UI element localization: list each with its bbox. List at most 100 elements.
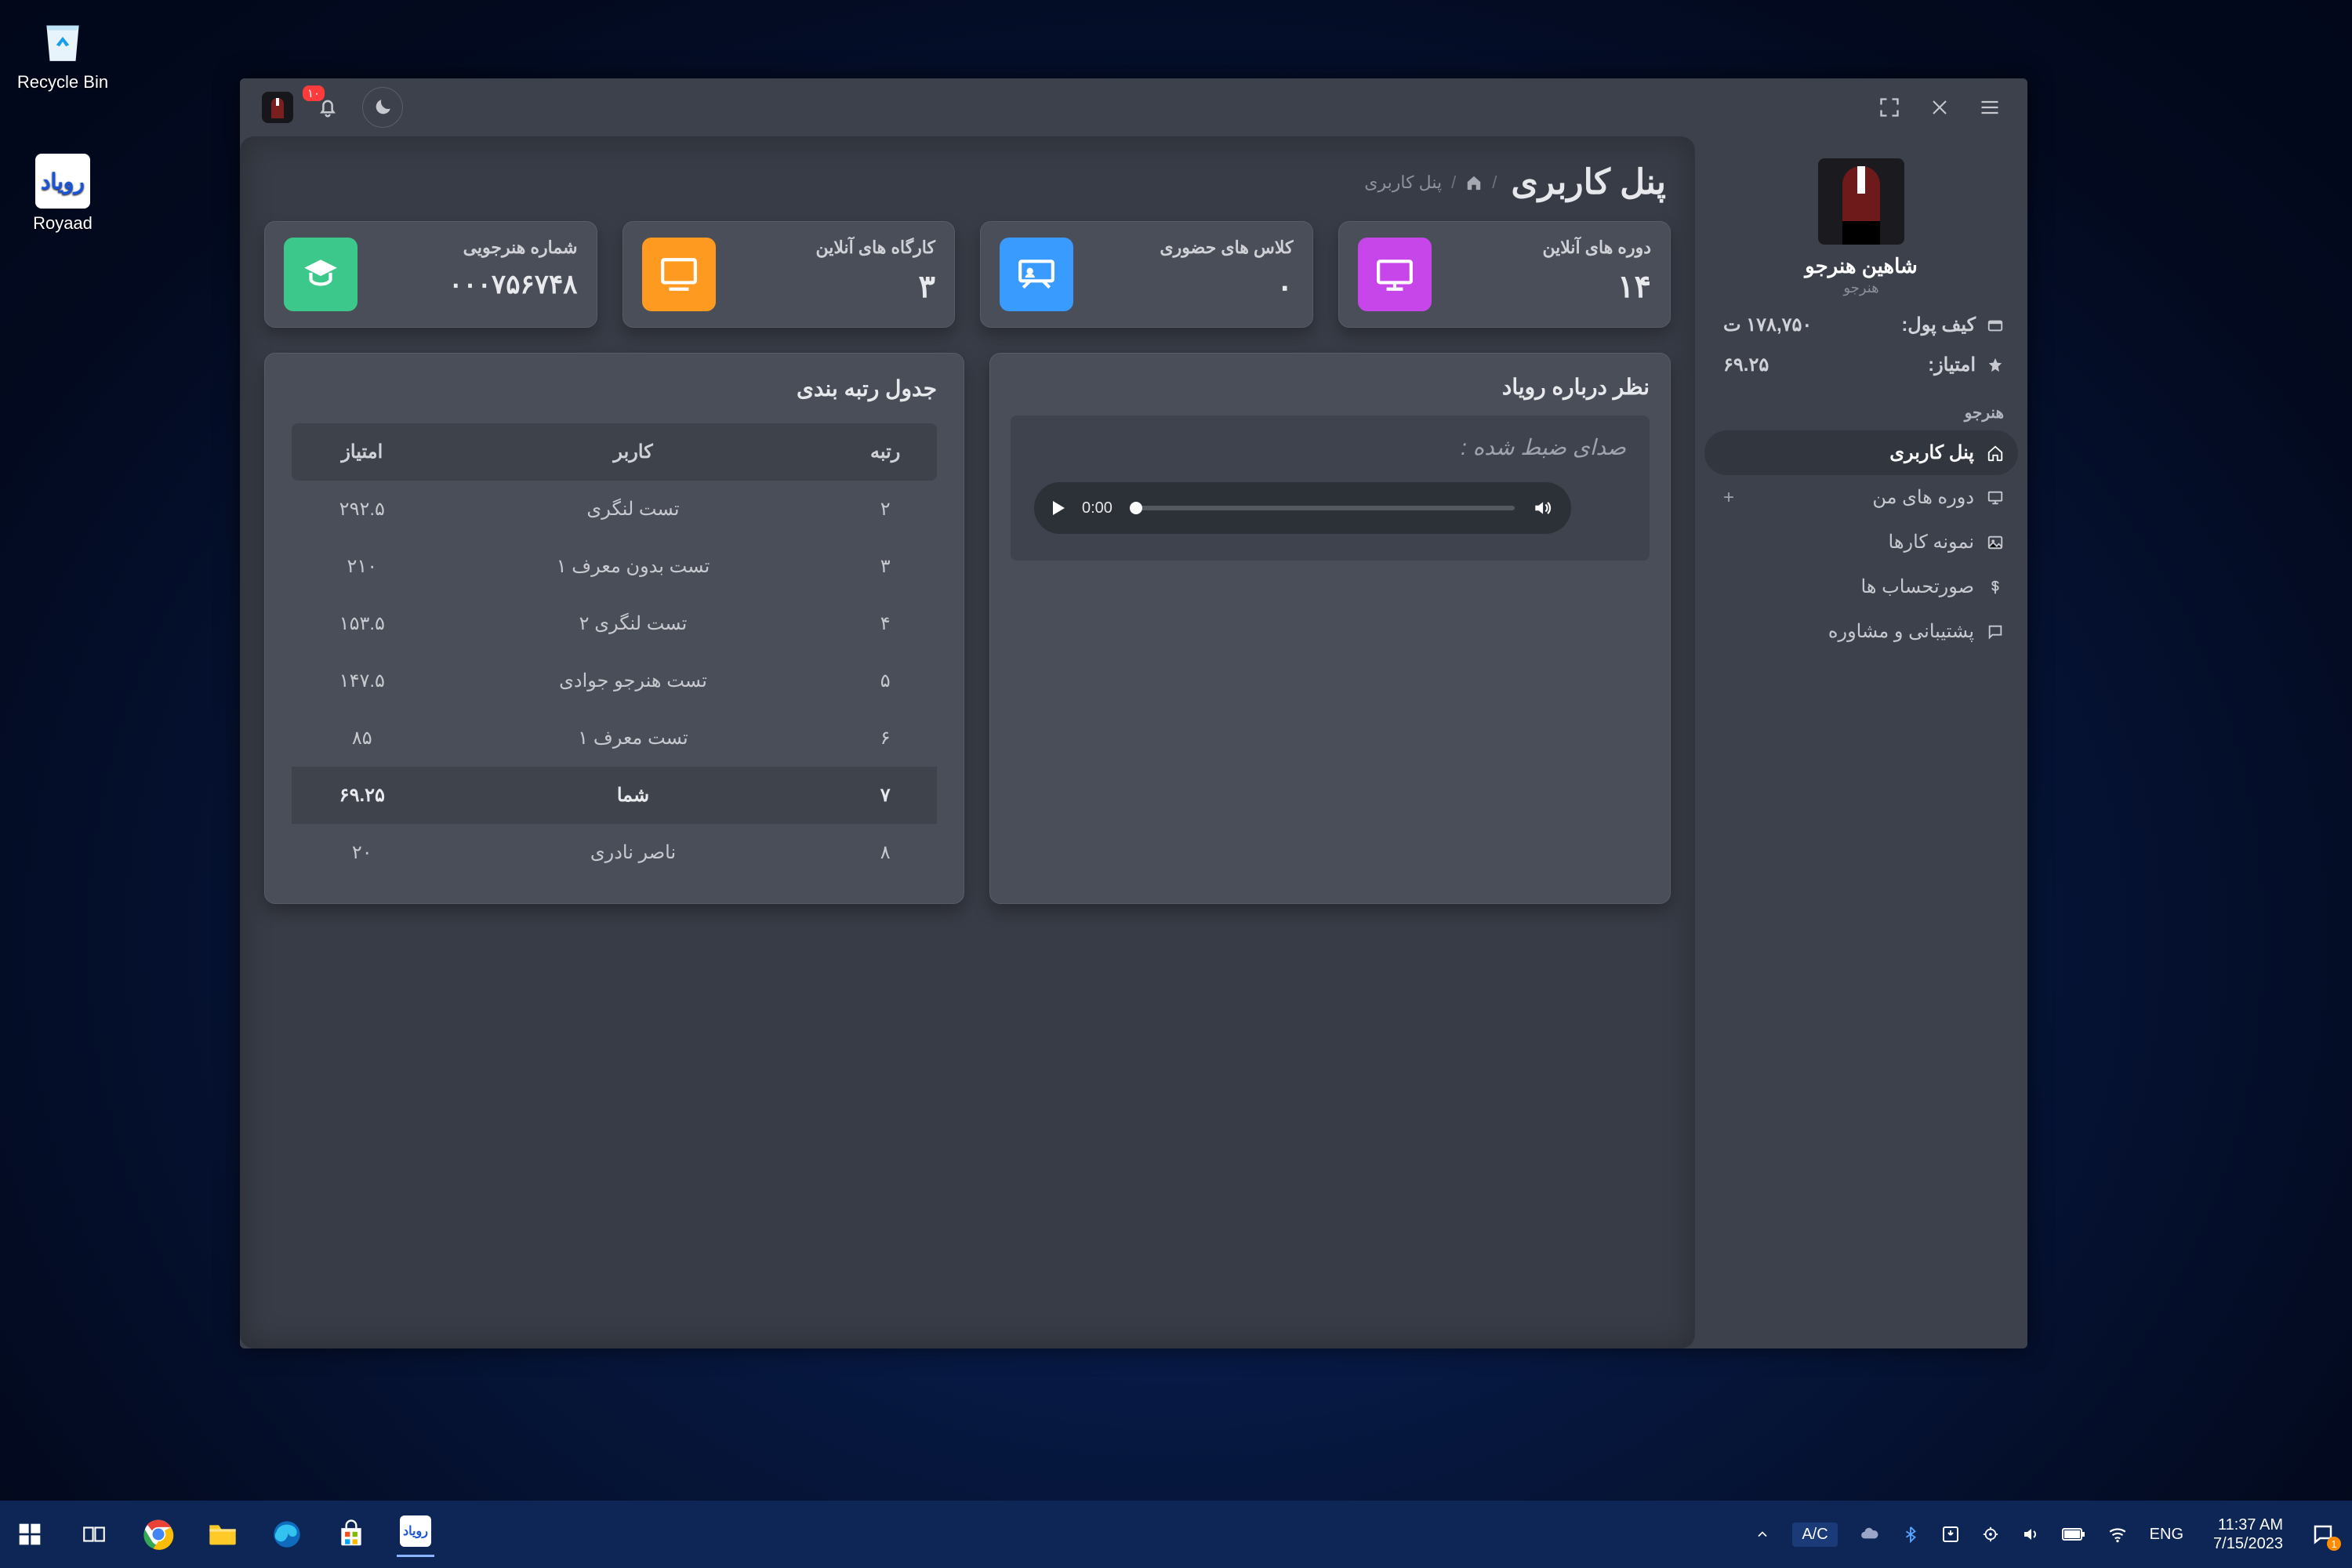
sidebar-item-label: پنل کاربری	[1889, 441, 1974, 464]
card-label: کارگاه های آنلاین	[816, 238, 936, 258]
star-icon	[1987, 357, 2004, 374]
wallet-icon	[1987, 317, 2004, 334]
sidebar-item-my-courses[interactable]: دوره های من +	[1704, 475, 2018, 520]
windows-taskbar: رویاد A/C ENG 11:37 AM 7/15/2023 1	[0, 1501, 2352, 1568]
tray-volume-icon[interactable]	[2021, 1525, 2040, 1544]
app-window: ۱۰	[240, 78, 2027, 1348]
cell-rank: ۷	[833, 767, 937, 824]
system-tray: A/C ENG 11:37 AM 7/15/2023 1	[1755, 1515, 2352, 1553]
volume-icon[interactable]	[1532, 498, 1552, 518]
wallet-label: کیف پول:	[1901, 314, 1976, 336]
monitor-icon	[1987, 489, 2004, 506]
screen-icon	[1358, 238, 1432, 311]
sidebar: شاهین هنرجو هنرجو کیف پول: ۱۷۸,۷۵۰ ت امت…	[1695, 136, 2027, 1348]
fullscreen-button[interactable]	[1874, 92, 1905, 123]
page-title: پنل کاربری	[1511, 162, 1666, 202]
cell-user: تست هنرجو جوادی	[433, 652, 834, 710]
desktop-icon-royaad[interactable]: رویاد Royaad	[16, 154, 110, 234]
home-icon[interactable]	[1465, 174, 1483, 191]
tray-onedrive-icon[interactable]	[1860, 1524, 1880, 1544]
points-label: امتیاز:	[1928, 354, 1976, 376]
feedback-caption: صدای ضبط شده :	[1034, 434, 1626, 460]
menu-button[interactable]	[1974, 92, 2005, 123]
board-icon	[1000, 238, 1073, 311]
cell-user: تست لنگری	[433, 481, 834, 538]
tray-battery-icon[interactable]	[2062, 1526, 2085, 1542]
plus-icon: +	[1723, 487, 1734, 509]
table-header-row: رتبه کاربر امتیاز	[292, 423, 937, 481]
card-online-workshops[interactable]: کارگاه های آنلاین ۳	[622, 221, 956, 328]
audio-time: 0:00	[1082, 499, 1112, 517]
play-icon[interactable]	[1053, 501, 1065, 515]
tray-ac[interactable]: A/C	[1792, 1523, 1837, 1547]
taskbar-explorer[interactable]	[204, 1515, 241, 1553]
card-online-courses[interactable]: دوره های آنلاین ۱۴	[1338, 221, 1671, 328]
sidebar-item-portfolio[interactable]: نمونه کارها	[1704, 520, 2018, 564]
feedback-panel: نظر درباره رویاد صدای ضبط شده : 0:00	[989, 353, 1671, 904]
breadcrumb-current: پنل کاربری	[1364, 172, 1442, 193]
app-logo[interactable]	[262, 92, 293, 123]
desktop-icon	[642, 238, 716, 311]
start-button[interactable]	[11, 1515, 49, 1553]
wallet-value: ۱۷۸,۷۵۰ ت	[1723, 314, 1812, 336]
sidebar-item-label: پشتیبانی و مشاوره	[1828, 620, 1974, 643]
user-name: شاهین هنرجو	[1695, 254, 2027, 278]
cell-rank: ۳	[833, 538, 937, 595]
card-label: دوره های آنلاین	[1542, 238, 1651, 258]
table-row: ۵تست هنرجو جوادی۱۴۷.۵	[292, 652, 937, 710]
ranking-title: جدول رتبه بندی	[292, 376, 937, 401]
user-role: هنرجو	[1695, 280, 2027, 296]
tray-lang[interactable]: ENG	[2150, 1526, 2183, 1544]
tray-notifications[interactable]: 1	[2305, 1516, 2341, 1552]
cell-points: ۲۹۲.۵	[292, 481, 433, 538]
moon-icon	[372, 97, 393, 118]
page-header: پنل کاربری / / پنل کاربری	[269, 162, 1666, 202]
sidebar-item-invoices[interactable]: صورتحساب ها	[1704, 564, 2018, 609]
tray-chevron-up-icon[interactable]	[1755, 1526, 1770, 1542]
table-row: ۴تست لنگری ۲۱۵۳.۵	[292, 595, 937, 652]
hamburger-icon	[1979, 96, 2001, 118]
theme-toggle[interactable]	[362, 87, 403, 128]
table-row: ۶تست معرف ۱۸۵	[292, 710, 937, 767]
audio-player[interactable]: 0:00	[1034, 482, 1571, 534]
desktop-icon-recycle-bin[interactable]: Recycle Bin	[16, 13, 110, 93]
tray-update-icon[interactable]	[1941, 1525, 1960, 1544]
feedback-title: نظر درباره رویاد	[1011, 374, 1650, 400]
card-student-number[interactable]: شماره هنرجویی ۰۰۰۷۵۶۷۴۸	[264, 221, 597, 328]
task-view-button[interactable]	[75, 1515, 113, 1553]
tray-wifi-icon[interactable]	[2107, 1524, 2128, 1544]
taskbar-store[interactable]	[332, 1515, 370, 1553]
cell-user: تست لنگری ۲	[433, 595, 834, 652]
chat-icon	[1987, 623, 2004, 641]
notifications-button[interactable]: ۱۰	[312, 92, 343, 123]
close-icon	[1930, 98, 1949, 117]
col-points: امتیاز	[292, 423, 433, 481]
cell-points: ۲۱۰	[292, 538, 433, 595]
card-inperson-classes[interactable]: کلاس های حضوری ۰	[980, 221, 1313, 328]
card-value: ۰۰۰۷۵۶۷۴۸	[448, 269, 577, 300]
ranking-table: رتبه کاربر امتیاز ۲تست لنگری۲۹۲.۵۳تست بد…	[292, 423, 937, 881]
audio-seekbar[interactable]	[1130, 506, 1515, 510]
sidebar-item-dashboard[interactable]: پنل کاربری	[1704, 430, 2018, 475]
feedback-box: صدای ضبط شده : 0:00	[1011, 416, 1650, 561]
tray-clock[interactable]: 11:37 AM 7/15/2023	[2213, 1515, 2283, 1553]
avatar[interactable]	[1818, 158, 1904, 245]
sidebar-section-title: هنرجو	[1719, 403, 2004, 423]
desktop-icon-label: Royaad	[16, 213, 110, 234]
home-icon	[1987, 445, 2004, 462]
tray-location-icon[interactable]	[1982, 1526, 1999, 1543]
taskbar-edge[interactable]	[268, 1515, 306, 1553]
card-label: شماره هنرجویی	[448, 238, 577, 258]
taskbar-chrome[interactable]	[140, 1515, 177, 1553]
sidebar-item-support[interactable]: پشتیبانی و مشاوره	[1704, 609, 2018, 654]
cell-user: ناصر نادری	[433, 824, 834, 881]
tray-bluetooth-icon[interactable]	[1902, 1526, 1919, 1543]
points-row: امتیاز: ۶۹.۲۵	[1719, 354, 2004, 376]
close-button[interactable]	[1924, 92, 1955, 123]
titlebar: ۱۰	[240, 78, 2027, 136]
col-rank: رتبه	[833, 423, 937, 481]
taskbar-royaad[interactable]: رویاد	[397, 1512, 434, 1557]
card-value: ۳	[816, 269, 936, 305]
cell-points: ۱۴۷.۵	[292, 652, 433, 710]
cell-rank: ۵	[833, 652, 937, 710]
